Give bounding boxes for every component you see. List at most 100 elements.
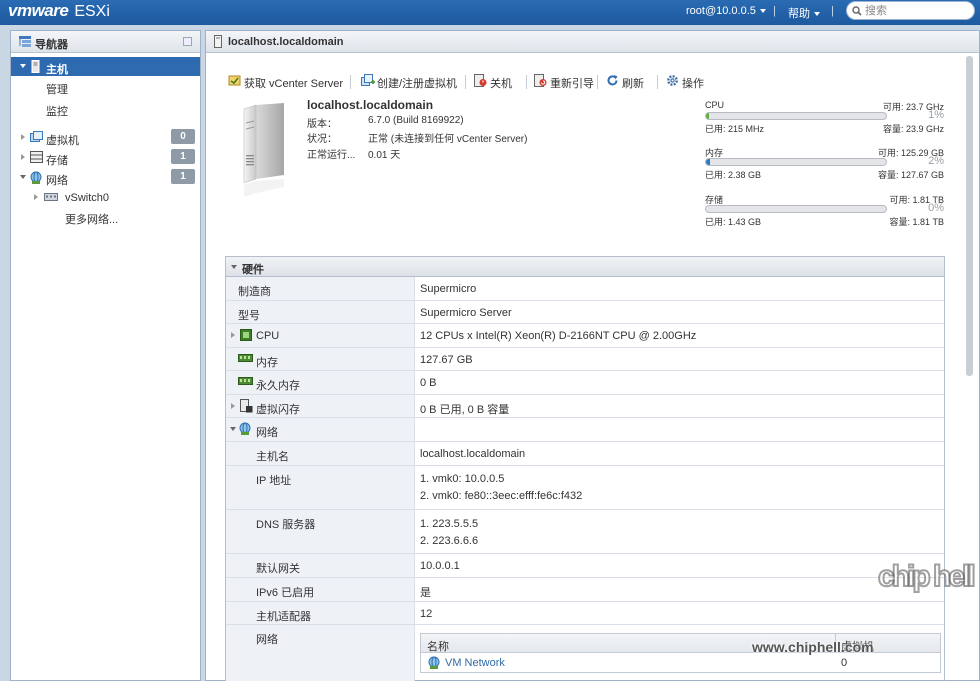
sidebar-item-network[interactable]: 网络 1 (11, 168, 200, 187)
collapse-icon[interactable] (230, 427, 236, 431)
row-value: 0 B (420, 377, 437, 389)
sidebar-item-label: 监控 (46, 106, 68, 118)
top-separator: | (831, 5, 834, 17)
search-box[interactable] (846, 1, 975, 20)
uptime-value: 0.01 天 (368, 150, 401, 161)
resource-bar-fill (706, 113, 709, 119)
expand-down-icon[interactable] (20, 175, 26, 179)
host-icon (214, 35, 222, 48)
row-value: 2. 223.6.6.6 (420, 535, 479, 547)
row-value: Supermicro (420, 283, 477, 295)
expand-down-icon[interactable] (20, 64, 26, 68)
page-title: localhost.localdomain (228, 36, 344, 48)
resource-capacity: 容量: 127.67 GB (877, 170, 944, 180)
main-panel: localhost.localdomain 获取 vCenter Server … (205, 30, 980, 681)
resource-used: 已用: 2.38 GB (705, 170, 762, 180)
resource-used: 已用: 1.43 GB (705, 217, 762, 227)
table-row-virtual-flash[interactable]: 虚拟闪存 0 B 已用, 0 B 容量 (226, 395, 944, 418)
help-label: 帮助 (788, 8, 810, 20)
row-label: 内存 (256, 357, 278, 369)
sidebar-item-vms[interactable]: 虚拟机 0 (11, 128, 200, 147)
networks-subtable: 名称 虚拟机 VM Network 0 (420, 633, 941, 673)
sidebar-item-monitor[interactable]: 监控 (11, 99, 200, 118)
row-label: 主机名 (256, 451, 289, 463)
hardware-header[interactable]: 硬件 (226, 257, 944, 277)
version-label: 版本： (307, 119, 337, 130)
row-label: IP 地址 (256, 475, 292, 487)
column-header-name[interactable]: 名称 (427, 638, 449, 654)
toolbar-label: 获取 vCenter Server (244, 78, 344, 90)
expand-right-icon[interactable] (34, 194, 38, 200)
sidebar-item-label: 存储 (46, 155, 68, 167)
expand-right-icon[interactable] (21, 154, 25, 160)
sidebar-item-label: 更多网络... (65, 214, 119, 226)
search-input[interactable] (865, 4, 969, 17)
cpu-icon (240, 329, 252, 341)
resource-capacity: 容量: 23.9 GHz (882, 124, 944, 134)
uptime-label: 正常运行... (307, 150, 356, 161)
network-globe-icon (428, 656, 440, 669)
state-value: 正常 (未连接到任何 vCenter Server) (368, 134, 528, 145)
sidebar-item-more-networks[interactable]: 更多网络... (11, 207, 200, 226)
sidebar-item-label: vSwitch0 (65, 192, 110, 204)
subtable-header: 名称 虚拟机 (421, 634, 940, 653)
sidebar-item-vswitch0[interactable]: vSwitch0 (11, 188, 200, 207)
table-row: 主机适配器 12 (226, 602, 944, 625)
row-value: 2. vmk0: fe80::3eec:efff:fe6c:f432 (420, 490, 583, 502)
brand-vmware: vmware (8, 1, 69, 20)
version-value: 6.7.0 (Build 8169922) (368, 115, 464, 126)
row-label: 网络 (256, 634, 278, 646)
toolbar-label: 关机 (490, 78, 512, 90)
sidebar-item-storage[interactable]: 存储 1 (11, 148, 200, 167)
resource-name: CPU (705, 100, 725, 110)
network-link[interactable]: VM Network (445, 657, 505, 669)
row-label: 虚拟闪存 (256, 404, 300, 416)
cpu-resource-meter: CPU 可用: 23.7 GHz 1% 已用: 215 MHz 容量: 23.9… (704, 100, 946, 138)
virtual-flash-icon (240, 399, 253, 413)
collapse-panel-icon[interactable] (183, 37, 192, 46)
hardware-title: 硬件 (242, 264, 264, 276)
table-row-cpu[interactable]: CPU 12 CPUs x Intel(R) Xeon(R) D-2166NT … (226, 324, 944, 348)
network-globe-icon (30, 171, 42, 184)
table-row-network[interactable]: 网络 (226, 418, 944, 442)
row-label: 型号 (238, 310, 260, 322)
row-value: 0 B 已用, 0 B 容量 (420, 404, 510, 416)
resource-percent: 0% (928, 202, 944, 214)
resource-bar-fill (706, 159, 710, 165)
toolbar-divider (465, 75, 466, 89)
virtual-machine-icon (30, 131, 43, 142)
expand-right-icon[interactable] (231, 332, 235, 338)
host-name: localhost.localdomain (307, 98, 434, 112)
help-menu[interactable]: 帮助 (788, 5, 820, 21)
toolbar-label: 重新引导 (550, 78, 594, 90)
vertical-scrollbar[interactable] (966, 56, 973, 376)
vmware-esxi-logo: vmware ESXi (8, 1, 110, 21)
expand-right-icon[interactable] (231, 403, 235, 409)
network-row[interactable]: VM Network 0 (421, 653, 940, 673)
user-menu[interactable]: root@10.0.0.5 (686, 5, 766, 17)
row-value: 12 CPUs x Intel(R) Xeon(R) D-2166NT CPU … (420, 330, 697, 342)
row-value: 是 (420, 587, 431, 599)
resource-bar (705, 112, 887, 120)
create-vm-icon (361, 74, 375, 86)
network-globe-icon (239, 422, 251, 435)
expand-right-icon[interactable] (21, 134, 25, 140)
row-label: 网络 (256, 427, 278, 439)
toolbar-divider (350, 75, 351, 89)
toolbar-label: 操作 (682, 78, 704, 90)
network-vm-count: 0 (841, 657, 848, 669)
collapse-icon[interactable] (231, 265, 237, 269)
row-value: 1. vmk0: 10.0.0.5 (420, 473, 505, 485)
sidebar-item-host[interactable]: 主机 (11, 57, 200, 76)
sidebar-item-manage[interactable]: 管理 (11, 77, 200, 96)
state-label: 状况： (307, 134, 337, 145)
top-bar: vmware ESXi root@10.0.0.5 | 帮助 | (0, 0, 980, 25)
table-row: 永久内存 0 B (226, 371, 944, 395)
table-row: IP 地址 1. vmk0: 10.0.0.5 2. vmk0: fe80::3… (226, 466, 944, 510)
row-value: 10.0.0.1 (420, 560, 460, 572)
resource-bar (705, 158, 887, 166)
column-header-vms[interactable]: 虚拟机 (841, 638, 874, 654)
toolbar-divider (597, 75, 598, 89)
row-label: 默认网关 (256, 563, 300, 575)
vswitch-icon (44, 193, 58, 201)
